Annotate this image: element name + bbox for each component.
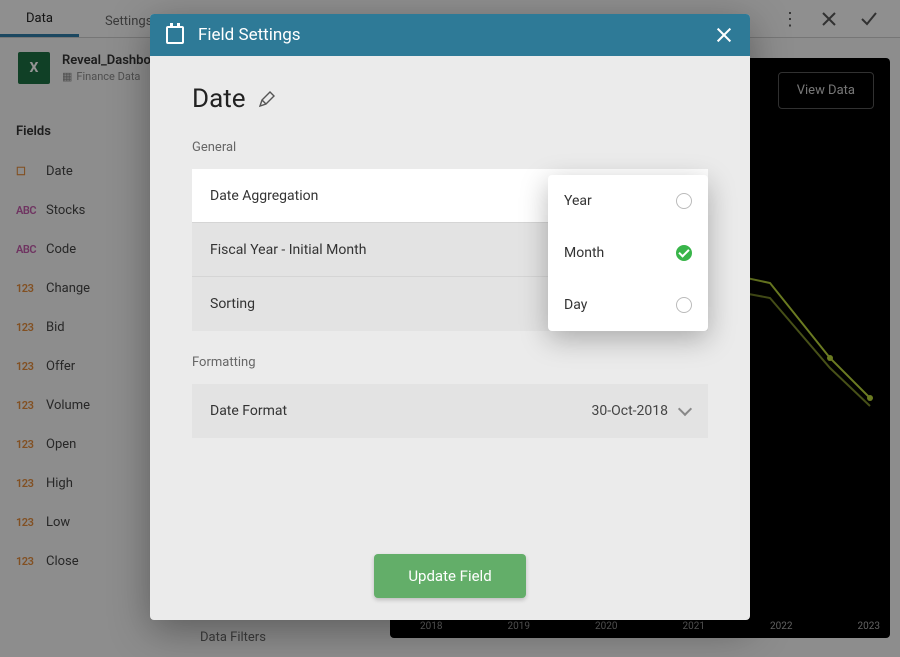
option-label: Month <box>564 245 604 261</box>
radio-icon <box>676 297 692 313</box>
edit-name-icon[interactable] <box>258 90 276 108</box>
section-general: General <box>192 140 708 155</box>
modal-header: Field Settings <box>150 14 750 56</box>
section-formatting: Formatting <box>192 355 708 370</box>
row-label: Date Format <box>210 403 592 419</box>
update-field-button[interactable]: Update Field <box>374 554 525 598</box>
radio-icon <box>676 193 692 209</box>
modal-close-icon[interactable] <box>714 25 734 45</box>
aggregation-option-month[interactable]: Month <box>548 227 708 279</box>
row-value: 30-Oct-2018 <box>592 403 669 419</box>
option-label: Year <box>564 193 592 209</box>
date-aggregation-popover: Year Month Day <box>548 175 708 331</box>
modal-title: Field Settings <box>198 25 301 45</box>
row-date-format[interactable]: Date Format 30-Oct-2018 <box>192 384 708 438</box>
app-root: Data Settings ⋮ Reveal_Dashboard ▦ Finan… <box>0 0 900 657</box>
modal-body: Date General Date Aggregation Fiscal Yea… <box>150 56 750 620</box>
field-name: Date <box>192 84 246 114</box>
option-label: Day <box>564 297 587 313</box>
radio-icon <box>676 245 692 261</box>
aggregation-option-year[interactable]: Year <box>548 175 708 227</box>
chevron-down-icon <box>678 402 692 416</box>
formatting-rows: Date Format 30-Oct-2018 <box>192 384 708 438</box>
aggregation-option-day[interactable]: Day <box>548 279 708 331</box>
calendar-icon <box>166 26 184 44</box>
